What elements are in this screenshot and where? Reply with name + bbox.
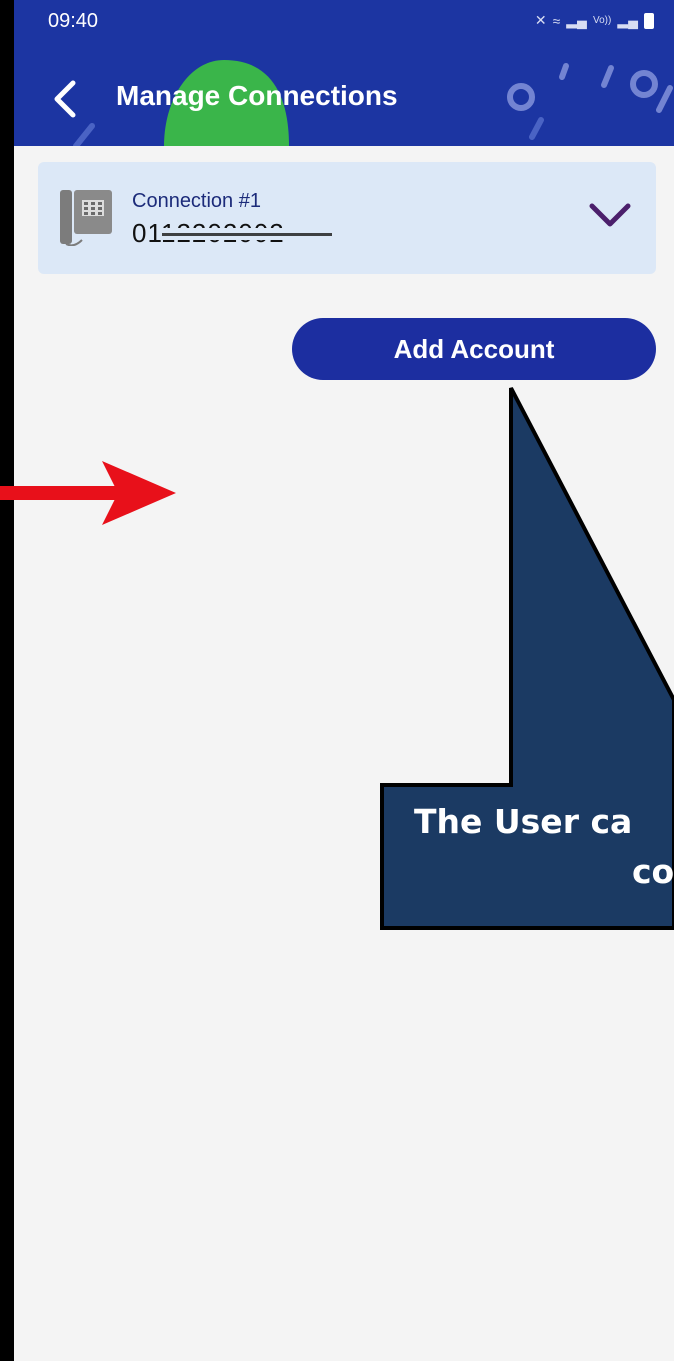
- chevron-down-icon[interactable]: [588, 200, 632, 230]
- left-frame-border: [0, 0, 14, 1361]
- annotation-line-2: co: [632, 852, 674, 891]
- status-time: 09:40: [48, 10, 99, 32]
- signal-icon: ▂▄: [617, 12, 638, 28]
- app-header: 09:40 ✕ ≈ ▂▄ Vo)) ▂▄ Manage Connections: [14, 0, 674, 146]
- annotation-arrow-icon: [0, 461, 176, 525]
- wifi-icon: ≈: [552, 12, 561, 29]
- back-button[interactable]: [44, 74, 88, 124]
- battery-icon: [644, 12, 654, 29]
- signal-icon: ▂▄: [566, 12, 587, 28]
- annotation-line-1: The User ca: [414, 802, 633, 841]
- number-redaction-line: [162, 233, 332, 236]
- volte-icon: Vo)): [592, 15, 612, 26]
- chevron-left-icon: [54, 80, 76, 118]
- connection-card[interactable]: Connection #1 0112202002: [38, 162, 656, 274]
- mute-icon: ✕: [534, 12, 547, 28]
- add-account-button[interactable]: Add Account: [292, 318, 656, 380]
- page-title: Manage Connections: [116, 80, 398, 111]
- connection-label: Connection #1: [132, 190, 261, 212]
- status-icons: ✕ ≈ ▂▄ Vo)) ▂▄: [535, 12, 654, 29]
- landline-phone-icon: [60, 190, 112, 246]
- annotation-callout-text: The User ca co: [384, 790, 674, 926]
